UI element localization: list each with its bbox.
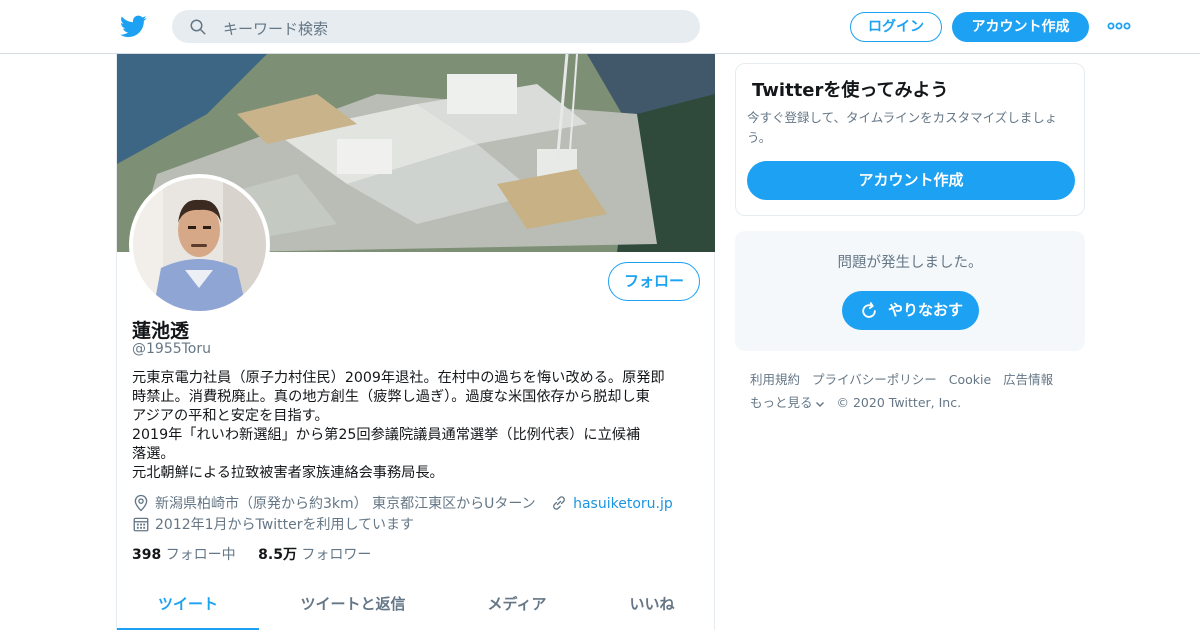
search-input[interactable]: キーワード検索	[172, 10, 700, 43]
error-card: 問題が発生しました。 やりなおす	[735, 231, 1085, 351]
tab-media[interactable]: メディア	[467, 582, 567, 630]
profile-location-row: 新潟県柏崎市（原発から約3km） 東京都江東区からUターン hasuiketor…	[132, 493, 673, 513]
followers-count: 8.5万	[258, 547, 297, 563]
top-navigation-bar: キーワード検索 ログイン アカウント作成	[0, 0, 1200, 54]
footer-more-label: もっと見る	[750, 395, 813, 410]
calendar-icon	[133, 517, 149, 532]
signup-card-description: 今すぐ登録して、タイムラインをカスタマイズしましょう。	[747, 110, 1058, 145]
bio-line: 2019年「れいわ新選組」から第25回参議院議員通常選挙（比例代表）に立候補	[132, 427, 641, 443]
location-pin-icon	[134, 494, 148, 512]
bio-line: 落選。	[132, 446, 175, 462]
following-label: フォロー中	[165, 547, 236, 563]
bio-line: 時禁止。消費税廃止。真の地方創生（疲弊し過ぎ）。過度な米国依存から脱却し東	[132, 389, 650, 405]
footer-link-terms[interactable]: 利用規約	[750, 372, 800, 387]
error-message: 問題が発生しました。	[837, 255, 983, 271]
following-count: 398	[132, 547, 162, 563]
footer-link-privacy[interactable]: プライバシーポリシー	[812, 372, 937, 387]
profile-website-link[interactable]: hasuiketoru.jp	[573, 496, 673, 512]
profile-display-name[interactable]: 蓮池透	[132, 316, 189, 343]
footer-link-ads-info[interactable]: 広告情報	[1003, 372, 1053, 387]
signup-card-button[interactable]: アカウント作成	[747, 161, 1075, 200]
refresh-icon	[862, 302, 876, 318]
search-icon	[190, 19, 206, 35]
profile-joined-date: 2012年1月からTwitterを利用しています	[155, 517, 415, 533]
link-icon	[553, 496, 566, 510]
bio-line: 元北朝鮮による拉致被害者家族連絡会事務局長。	[132, 465, 444, 481]
profile-location: 新潟県柏崎市（原発から約3km） 東京都江東区からUターン	[155, 496, 536, 512]
login-button[interactable]: ログイン	[850, 12, 942, 42]
footer-link-cookie[interactable]: Cookie	[949, 372, 991, 387]
chevron-down-icon	[815, 402, 824, 407]
signup-card-title: Twitterを使ってみよう	[752, 80, 949, 101]
follow-button[interactable]: フォロー	[608, 262, 700, 301]
twitter-logo-icon[interactable]	[120, 13, 147, 40]
profile-tabs: ツイート ツイートと返信 メディア いいね	[117, 582, 715, 630]
followers-label: フォロワー	[301, 547, 372, 563]
bio-line: 元東京電力社員（原子力村住民）2009年退社。在村中の過ちを悔い改める。原発即	[132, 370, 665, 386]
following-stat[interactable]: 398 フォロー中	[132, 547, 236, 563]
tab-tweets[interactable]: ツイート	[117, 582, 259, 630]
search-placeholder: キーワード検索	[223, 20, 329, 38]
retry-button[interactable]: やりなおす	[842, 291, 979, 330]
profile-column: フォロー 蓮池透 @1955Toru 元東京電力社員（原子力村住民）2009年退…	[116, 54, 715, 630]
followers-stat[interactable]: 8.5万 フォロワー	[258, 547, 371, 563]
signup-promo-card: Twitterを使ってみよう 今すぐ登録して、タイムラインをカスタマイズしましょ…	[735, 63, 1085, 216]
footer-copyright: © 2020 Twitter, Inc.	[836, 395, 962, 410]
tab-tweets-and-replies[interactable]: ツイートと返信	[280, 582, 426, 630]
footer-links: 利用規約 プライバシーポリシー Cookie 広告情報 もっと見る © 2020…	[750, 368, 1085, 414]
bio-line: アジアの平和と安定を目指す。	[132, 408, 329, 424]
tab-likes[interactable]: いいね	[607, 582, 697, 630]
footer-link-more[interactable]: もっと見る	[750, 395, 825, 410]
profile-stats: 398 フォロー中 8.5万 フォロワー	[132, 544, 371, 564]
profile-joined-row: 2012年1月からTwitterを利用しています	[132, 514, 414, 534]
signup-button[interactable]: アカウント作成	[952, 12, 1089, 42]
more-options-icon[interactable]	[1107, 20, 1131, 32]
profile-bio: 元東京電力社員（原子力村住民）2009年退社。在村中の過ちを悔い改める。原発即 …	[132, 369, 702, 483]
profile-handle[interactable]: @1955Toru	[132, 341, 211, 357]
profile-avatar[interactable]	[129, 174, 270, 315]
retry-label: やりなおす	[888, 301, 964, 319]
